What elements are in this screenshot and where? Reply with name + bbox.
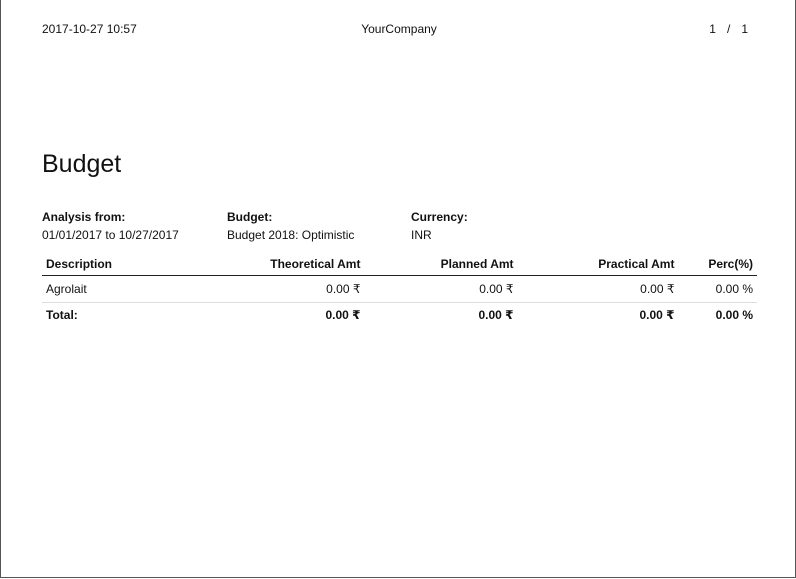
col-percentage: Perc(%) xyxy=(678,252,757,276)
cell-planned-amt: 0.00 ₹ xyxy=(364,275,518,303)
table-row: Agrolait 0.00 ₹ 0.00 ₹ 0.00 ₹ 0.00 % xyxy=(42,275,757,303)
budget-table: Description Theoretical Amt Planned Amt … xyxy=(42,252,757,327)
analysis-value: 01/01/2017 to 10/27/2017 xyxy=(42,228,179,242)
analysis-label: Analysis from: xyxy=(42,210,126,224)
table-header-row: Description Theoretical Amt Planned Amt … xyxy=(42,252,757,276)
budget-label: Budget: xyxy=(227,210,273,224)
col-planned-amt: Planned Amt xyxy=(364,252,518,276)
total-planned-amt: 0.00 ₹ xyxy=(478,308,514,322)
total-theoretical-amt: 0.00 ₹ xyxy=(325,308,361,322)
currency-value: INR xyxy=(411,228,432,242)
total-percentage: 0.00 % xyxy=(715,308,753,322)
cell-practical-amt: 0.00 ₹ xyxy=(517,275,679,303)
page-counter: 1 / 1 xyxy=(709,22,748,36)
budget-value: Budget 2018: Optimistic xyxy=(227,228,355,242)
cell-description: Agrolait xyxy=(42,275,189,303)
col-practical-amt: Practical Amt xyxy=(517,252,679,276)
company-name: YourCompany xyxy=(361,22,437,36)
page-current: 1 xyxy=(709,22,716,36)
report-page: 2017-10-27 10:57 YourCompany 1 / 1 Budge… xyxy=(0,0,796,578)
total-label: Total: xyxy=(46,308,78,322)
report-title: Budget xyxy=(42,150,122,178)
budget-info: Budget: Budget 2018: Optimistic xyxy=(227,208,354,244)
total-row: Total: 0.00 ₹ 0.00 ₹ 0.00 ₹ 0.00 % xyxy=(42,303,757,328)
cell-percentage: 0.00 % xyxy=(678,275,757,303)
page-separator: / xyxy=(726,22,731,36)
col-theoretical-amt: Theoretical Amt xyxy=(188,252,365,276)
currency-info: Currency: INR xyxy=(411,208,468,244)
analysis-period: Analysis from: 01/01/2017 to 10/27/2017 xyxy=(42,208,179,244)
col-description: Description xyxy=(42,252,189,276)
total-practical-amt: 0.00 ₹ xyxy=(639,308,675,322)
currency-label: Currency: xyxy=(411,210,468,224)
page-total: 1 xyxy=(741,22,748,36)
cell-theoretical-amt: 0.00 ₹ xyxy=(188,275,365,303)
